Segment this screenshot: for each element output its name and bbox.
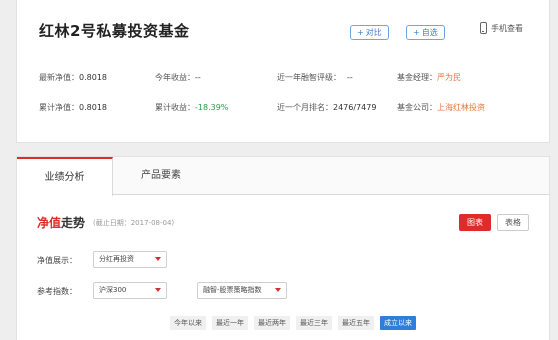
plus-icon: + xyxy=(357,28,364,37)
mobile-view-link[interactable]: 手机查看 xyxy=(480,22,523,34)
fund-header-card: 红林2号私募投资基金 + 对比 + 自选 手机查看 最新净值：0.8018 今年收益… xyxy=(16,0,550,143)
compare-label: 对比 xyxy=(365,28,382,37)
fund-manager-link[interactable]: 严为民 xyxy=(437,73,461,82)
chart-view-button[interactable]: 图表 xyxy=(459,214,491,231)
fund-title: 红林2号私募投资基金 xyxy=(39,22,190,40)
compare-button[interactable]: + 对比 xyxy=(350,25,389,40)
reference-index-select[interactable]: 沪深300 xyxy=(93,282,167,299)
nav-display-value: 分红再投资 xyxy=(99,255,134,263)
fund-manager: 基金经理：严为民 xyxy=(397,73,461,82)
strategy-index-select[interactable]: 融智-股票策略指数 xyxy=(197,282,287,299)
mobile-phone-icon xyxy=(480,22,487,34)
deadline-date: (截止日期：2017-08-04) xyxy=(93,219,175,227)
plus-icon: + xyxy=(413,28,420,37)
nav-display-label: 净值展示： xyxy=(37,256,77,265)
range-3y[interactable]: 最近三年 xyxy=(296,316,332,330)
range-5y[interactable]: 最近五年 xyxy=(338,316,374,330)
strategy-index-value: 融智-股票策略指数 xyxy=(203,286,262,294)
range-ytd[interactable]: 今年以来 xyxy=(170,316,206,330)
cumulative-return: 累计收益：-18.39% xyxy=(155,103,229,112)
mobile-view-label: 手机查看 xyxy=(491,23,523,33)
monthly-rank: 近一个月排名：2476/7479 xyxy=(277,103,377,112)
range-since-inception[interactable]: 成立以来 xyxy=(380,316,416,330)
range-2y[interactable]: 最近两年 xyxy=(254,316,290,330)
analysis-card: 业绩分析 产品要素 净值走势 (截止日期：2017-08-04) 图表 表格 净… xyxy=(16,156,550,340)
fund-company: 基金公司：上海红林投资 xyxy=(397,103,485,112)
ytd-return: 今年收益：-- xyxy=(155,73,201,82)
tab-bar: 业绩分析 产品要素 xyxy=(17,157,549,196)
tab-product-elements[interactable]: 产品要素 xyxy=(113,157,209,195)
nav-display-select[interactable]: 分红再投资 xyxy=(93,251,167,268)
watchlist-label: 自选 xyxy=(421,28,438,37)
latest-nav: 最新净值：0.8018 xyxy=(39,73,107,82)
watchlist-button[interactable]: + 自选 xyxy=(406,25,445,40)
range-1y[interactable]: 最近一年 xyxy=(212,316,248,330)
reference-index-label: 参考指数： xyxy=(37,287,77,296)
nav-trend-title: 净值走势 xyxy=(37,216,86,230)
chevron-down-icon xyxy=(155,257,161,261)
annual-rating: 近一年融智评级： -- xyxy=(277,73,353,82)
chevron-down-icon xyxy=(155,288,161,292)
chevron-down-icon xyxy=(275,288,281,292)
tab-performance-analysis[interactable]: 业绩分析 xyxy=(17,157,113,196)
reference-index-value: 沪深300 xyxy=(99,286,127,294)
fund-company-link[interactable]: 上海红林投资 xyxy=(437,103,485,112)
table-view-button[interactable]: 表格 xyxy=(497,214,529,231)
cumulative-nav: 累计净值：0.8018 xyxy=(39,103,107,112)
